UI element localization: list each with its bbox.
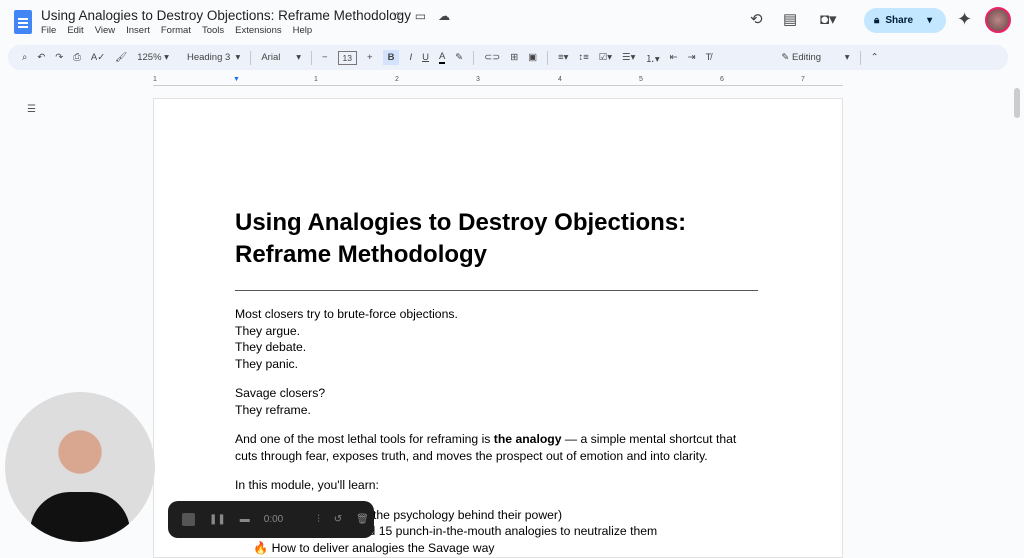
share-button[interactable]: 🔒︎ Share ▾ [864, 8, 946, 33]
menu-view[interactable]: View [95, 25, 115, 36]
version-history-icon[interactable]: ⟲ [750, 10, 763, 28]
spellcheck-icon[interactable]: A✓ [91, 52, 105, 63]
recording-controls: ❚❚ ▬ 0:00 ⫶ ↺ 🗑︎ [168, 501, 374, 538]
clear-formatting-icon[interactable]: T̸ [706, 52, 712, 63]
scrollbar[interactable] [1014, 88, 1020, 118]
style-select[interactable]: Heading 3 ▾ [187, 52, 240, 63]
font-select[interactable]: Arial ▾ [261, 52, 301, 63]
image-icon[interactable]: ▣ [528, 52, 537, 63]
increase-font-icon[interactable]: + [367, 52, 373, 63]
italic-button[interactable]: I [409, 52, 412, 63]
zoom-select[interactable]: 125% ▾ [137, 52, 169, 63]
numbered-list-icon[interactable]: ⒈▾ [645, 51, 659, 65]
toolbar: ⌕ ↶ ↷ ⎙ A✓ 🖌︎ 125% ▾ Heading 3 ▾ Arial ▾… [8, 45, 1008, 70]
ruler[interactable]: 1 ▼ 1 2 3 4 5 6 7 [153, 76, 843, 86]
document-title[interactable]: Using Analogies to Destroy Objections: R… [41, 8, 411, 23]
audio-icon: ▬ [239, 514, 250, 525]
paint-format-icon[interactable]: 🖌︎ [115, 52, 127, 63]
pause-icon[interactable]: ❚❚ [209, 514, 226, 525]
collapse-menus-icon[interactable]: ⌃ [871, 52, 879, 63]
move-folder-icon[interactable]: ▭ [415, 9, 426, 23]
undo-icon[interactable]: ↶ [37, 52, 45, 63]
decrease-font-icon[interactable]: − [322, 52, 328, 63]
meet-icon[interactable]: ◘▾ [820, 10, 837, 28]
editing-mode-select[interactable]: ✎ Editing ▾ [781, 52, 849, 63]
restart-icon[interactable]: ↺ [334, 514, 342, 525]
comment-add-icon[interactable]: ⊞ [510, 52, 518, 63]
align-icon[interactable]: ≡▾ [558, 52, 568, 63]
checklist-icon[interactable]: ☑▾ [599, 52, 612, 63]
indent-marker[interactable]: ▼ [233, 76, 240, 83]
star-icon[interactable]: ☆ [392, 9, 403, 23]
text-color-button[interactable]: A [438, 51, 446, 64]
search-icon[interactable]: ⌕ [22, 52, 27, 63]
menu-insert[interactable]: Insert [126, 25, 150, 36]
bullet-list-icon[interactable]: ☰▾ [622, 52, 635, 63]
highlight-icon[interactable]: ✎ [455, 52, 463, 63]
font-size-input[interactable]: 13 [337, 50, 357, 65]
menu-format[interactable]: Format [161, 25, 191, 36]
increase-indent-icon[interactable]: ⇥ [688, 52, 696, 63]
underline-button[interactable]: U [422, 52, 429, 63]
chevron-down-icon[interactable]: ▾ [927, 15, 932, 26]
bold-button[interactable]: B [382, 50, 400, 65]
print-icon[interactable]: ⎙ [73, 52, 81, 63]
settings-icon[interactable]: ⫶ [317, 514, 320, 525]
avatar[interactable] [985, 7, 1011, 33]
delete-icon[interactable]: 🗑︎ [356, 514, 369, 525]
menu-help[interactable]: Help [293, 25, 313, 36]
redo-icon[interactable]: ↷ [55, 52, 63, 63]
comments-icon[interactable]: ▤ [783, 10, 797, 28]
menu-edit[interactable]: Edit [67, 25, 83, 36]
link-icon[interactable]: ⊂⊃ [484, 52, 500, 63]
lock-icon: 🔒︎ [874, 15, 880, 26]
menu-tools[interactable]: Tools [202, 25, 224, 36]
menu-file[interactable]: File [41, 25, 56, 36]
gemini-icon[interactable]: ✦ [957, 9, 972, 30]
menu-extensions[interactable]: Extensions [235, 25, 281, 36]
recording-time: 0:00 [263, 514, 284, 525]
cloud-status-icon[interactable]: ☁ [438, 9, 450, 23]
decrease-indent-icon[interactable]: ⇤ [670, 52, 678, 63]
docs-logo[interactable] [14, 10, 32, 34]
webcam-overlay [5, 392, 155, 542]
outline-icon[interactable]: ☰ [27, 104, 36, 115]
divider [235, 290, 758, 291]
heading: Using Analogies to Destroy Objections: R… [235, 209, 687, 268]
line-spacing-icon[interactable]: ↕≡ [578, 52, 588, 63]
stop-button[interactable] [182, 513, 195, 526]
